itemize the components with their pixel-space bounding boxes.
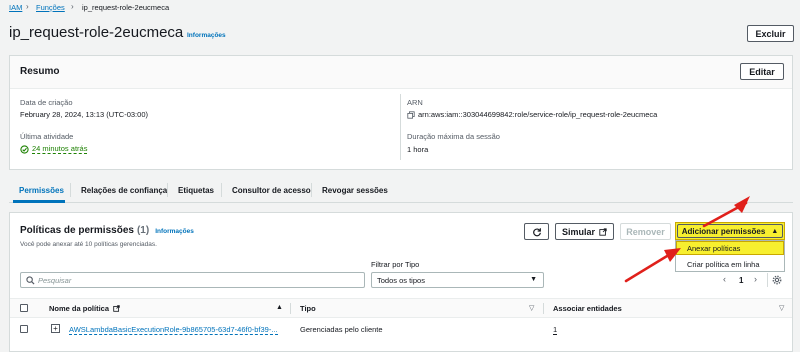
tab-permissions[interactable]: Permissões <box>19 186 64 195</box>
type-filter-value: Todos os tipos <box>377 276 425 285</box>
arn-row: arn:aws:iam::303044699842:role/service-r… <box>407 110 657 119</box>
policies-count: (1) <box>136 225 150 236</box>
page-title: ip_request-role-2eucmeca <box>9 24 184 41</box>
chevron-right-icon: › <box>71 2 74 11</box>
column-header-policy-name[interactable]: Nome da política <box>49 304 120 313</box>
last-activity-text[interactable]: 24 minutos atrás <box>32 144 88 154</box>
filter-label: Filtrar por Tipo <box>371 260 420 269</box>
breadcrumb-roles-link[interactable]: Funções <box>36 3 65 12</box>
created-label: Data de criação <box>20 98 73 107</box>
policies-subtitle: Você pode anexar até 10 políticas gerenc… <box>20 241 157 248</box>
policy-name-link[interactable]: AWSLambdaBasicExecutionRole-9b865705-63d… <box>69 325 278 335</box>
table-header <box>10 298 792 318</box>
policies-title: Políticas de permissões (1) Informações <box>20 225 194 236</box>
created-value: February 28, 2024, 13:13 (UTC-03:00) <box>20 110 148 119</box>
column-header-attached-entities[interactable]: Associar entidades <box>553 304 622 313</box>
summary-title: Resumo <box>20 66 60 77</box>
delete-button[interactable]: Excluir <box>747 25 794 42</box>
tab-tags[interactable]: Etiquetas <box>178 186 214 195</box>
add-permissions-button[interactable]: Adicionar permissões ▲ <box>677 224 783 238</box>
search-icon <box>26 276 35 285</box>
sort-icon[interactable]: ▽ <box>529 304 534 312</box>
tab-trust-relationships[interactable]: Relações de confiança <box>81 186 167 195</box>
tab-separator <box>311 183 312 197</box>
max-session-value: 1 hora <box>407 145 429 154</box>
refresh-icon <box>532 227 541 236</box>
simulate-button[interactable]: Simular <box>555 223 614 240</box>
search-input[interactable]: Pesquisar <box>20 272 365 288</box>
gear-icon[interactable] <box>772 275 782 285</box>
caret-up-icon: ▲ <box>771 227 779 235</box>
previous-page-icon[interactable]: ‹ <box>723 274 726 284</box>
tab-access-advisor[interactable]: Consultor de acesso <box>232 186 311 195</box>
row-checkbox[interactable] <box>20 325 28 333</box>
refresh-button[interactable] <box>524 223 549 240</box>
external-link-icon <box>113 305 120 312</box>
edit-button[interactable]: Editar <box>740 63 784 80</box>
column-header-policy-name-label: Nome da política <box>49 304 110 313</box>
policies-title-text: Políticas de permissões <box>20 225 134 236</box>
column-header-type[interactable]: Tipo <box>300 304 316 313</box>
tab-separator <box>167 183 168 197</box>
arn-value: arn:aws:iam::303044699842:role/service-r… <box>418 110 658 119</box>
add-permissions-label: Adicionar permissões <box>681 226 766 236</box>
select-all-checkbox[interactable] <box>20 304 28 312</box>
page-title-info-link[interactable]: Informações <box>187 32 226 39</box>
policy-type: Gerenciadas pelo cliente <box>300 325 383 334</box>
next-page-icon[interactable]: › <box>754 274 757 284</box>
column-divider <box>290 303 291 314</box>
type-filter-select[interactable]: Todos os tipos ▼ <box>371 272 544 288</box>
check-circle-icon <box>20 144 29 154</box>
remove-button-label: Remover <box>626 226 665 237</box>
search-placeholder: Pesquisar <box>38 276 72 285</box>
breadcrumb-current: ip_request-role-2eucmeca <box>82 3 170 12</box>
tab-separator <box>221 183 222 197</box>
delete-button-label: Excluir <box>755 28 786 39</box>
arn-label: ARN <box>407 98 423 107</box>
last-activity-label: Última atividade <box>20 132 74 141</box>
column-divider <box>543 303 544 314</box>
caret-down-icon: ▼ <box>530 276 537 283</box>
sort-icon[interactable]: ▽ <box>779 304 784 312</box>
breadcrumb-iam-link[interactable]: IAM <box>9 3 22 12</box>
external-link-icon <box>599 227 607 236</box>
page-number[interactable]: 1 <box>739 276 743 285</box>
chevron-right-icon: › <box>26 2 29 11</box>
simulate-button-label: Simular <box>561 226 595 237</box>
tabs-baseline <box>9 202 793 203</box>
summary-divider <box>400 94 401 160</box>
policies-info-link[interactable]: Informações <box>155 228 194 235</box>
tab-separator <box>70 183 71 197</box>
last-activity-value: 24 minutos atrás <box>20 144 88 154</box>
max-session-label: Duração máxima da sessão <box>407 132 500 141</box>
pagination-divider <box>767 273 768 287</box>
dropdown-item-attach-policies[interactable]: Anexar políticas <box>687 244 740 253</box>
policy-attached-entities[interactable]: 1 <box>553 325 558 335</box>
edit-button-label: Editar <box>749 66 775 77</box>
arrow-head <box>734 196 750 213</box>
dropdown-item-create-inline-policy[interactable]: Criar política em linha <box>687 260 760 269</box>
remove-button[interactable]: Remover <box>620 223 671 240</box>
summary-header <box>10 56 792 89</box>
sort-ascending-icon[interactable]: ▲ <box>276 304 283 311</box>
tab-active-indicator <box>13 200 65 203</box>
tab-revoke-sessions[interactable]: Revogar sessões <box>322 186 388 195</box>
expand-row-icon[interactable]: + <box>51 324 60 333</box>
copy-icon[interactable] <box>407 110 415 119</box>
